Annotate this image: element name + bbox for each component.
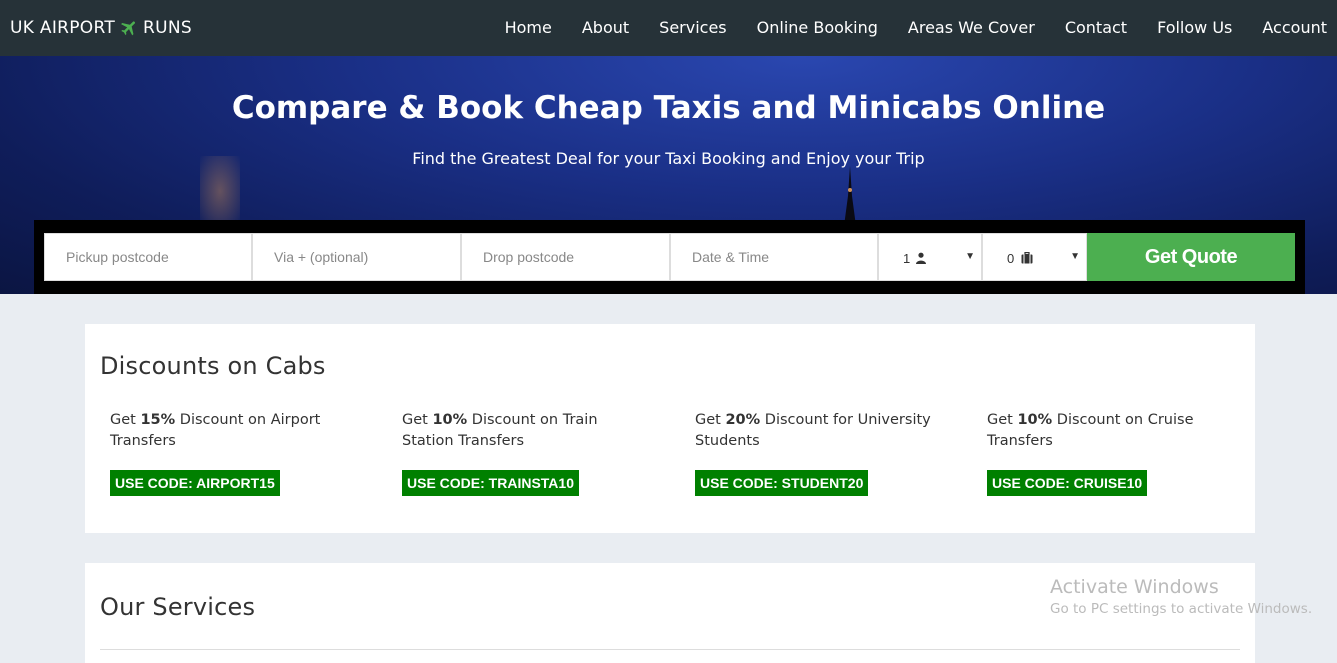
pickup-postcode-input[interactable]: [44, 233, 252, 281]
deal-airport: Get 15% Discount on Airport Transfers: [110, 410, 360, 452]
datetime-input[interactable]: [670, 233, 878, 281]
hero-subtitle: Find the Greatest Deal for your Taxi Boo…: [412, 149, 925, 168]
deal-percent: 20%: [725, 412, 761, 428]
deal-train-station: Get 10% Discount on Train Station Transf…: [402, 410, 652, 452]
nav-home[interactable]: Home: [490, 0, 567, 56]
deal-prefix: Get: [987, 412, 1018, 428]
nav-account[interactable]: Account: [1247, 0, 1337, 56]
code-badge-cruise: USE CODE: CRUISE10: [987, 470, 1148, 496]
drop-postcode-input[interactable]: [461, 233, 670, 281]
nav-contact[interactable]: Contact: [1050, 0, 1142, 56]
passengers-select[interactable]: 1 ▼: [878, 233, 982, 281]
discounts-title: Discounts on Cabs: [100, 352, 326, 380]
watermark-line2: Go to PC settings to activate Windows.: [1050, 601, 1313, 617]
watermark-line1: Activate Windows: [1050, 576, 1219, 598]
hero-title: Compare & Book Cheap Taxis and Minicabs …: [231, 90, 1106, 126]
deal-percent: 10%: [432, 412, 468, 428]
chevron-down-icon: ▼: [965, 251, 975, 262]
nav-follow-us[interactable]: Follow Us: [1142, 0, 1247, 56]
brand-text-left: UK AIRPORT: [10, 18, 116, 38]
deal-prefix: Get: [695, 412, 726, 428]
passengers-value: 1: [903, 251, 911, 266]
brand-text-right: RUNS: [143, 18, 193, 38]
hero-spire-silhouette: [844, 166, 856, 226]
luggage-select[interactable]: 0 ▼: [982, 233, 1087, 281]
booking-form: 1 ▼ 0 ▼ Get Quote: [34, 220, 1305, 294]
luggage-value: 0: [1007, 251, 1015, 266]
nav-about[interactable]: About: [567, 0, 644, 56]
plane-icon: [121, 21, 135, 36]
navbar: UK AIRPORT RUNS Home About Services Onli…: [0, 0, 1337, 56]
activate-windows-watermark: Activate Windows Go to PC settings to ac…: [1050, 576, 1312, 617]
code-badge-student: USE CODE: STUDENT20: [695, 470, 869, 496]
nav-online-booking[interactable]: Online Booking: [742, 0, 893, 56]
code-badge-airport: USE CODE: AIRPORT15: [110, 470, 280, 496]
main-nav: Home About Services Online Booking Areas…: [490, 0, 1337, 56]
nav-services[interactable]: Services: [644, 0, 741, 56]
code-badge-train: USE CODE: TRAINSTA10: [402, 470, 579, 496]
deal-percent: 15%: [140, 412, 176, 428]
discounts-card: Discounts on Cabs Get 15% Discount on Ai…: [85, 324, 1255, 533]
deal-university: Get 20% Discount for University Students: [695, 410, 945, 452]
suitcase-icon: [1021, 252, 1033, 264]
brand-logo[interactable]: UK AIRPORT RUNS: [10, 0, 192, 56]
chevron-down-icon: ▼: [1070, 251, 1080, 262]
deal-percent: 10%: [1017, 412, 1053, 428]
deal-prefix: Get: [402, 412, 433, 428]
divider: [100, 649, 1240, 650]
services-title: Our Services: [100, 593, 256, 621]
user-icon: [916, 252, 926, 264]
get-quote-button[interactable]: Get Quote: [1087, 233, 1295, 281]
deal-prefix: Get: [110, 412, 141, 428]
deal-cruise: Get 10% Discount on Cruise Transfers: [987, 410, 1237, 452]
nav-areas-we-cover[interactable]: Areas We Cover: [893, 0, 1050, 56]
via-input[interactable]: [252, 233, 461, 281]
